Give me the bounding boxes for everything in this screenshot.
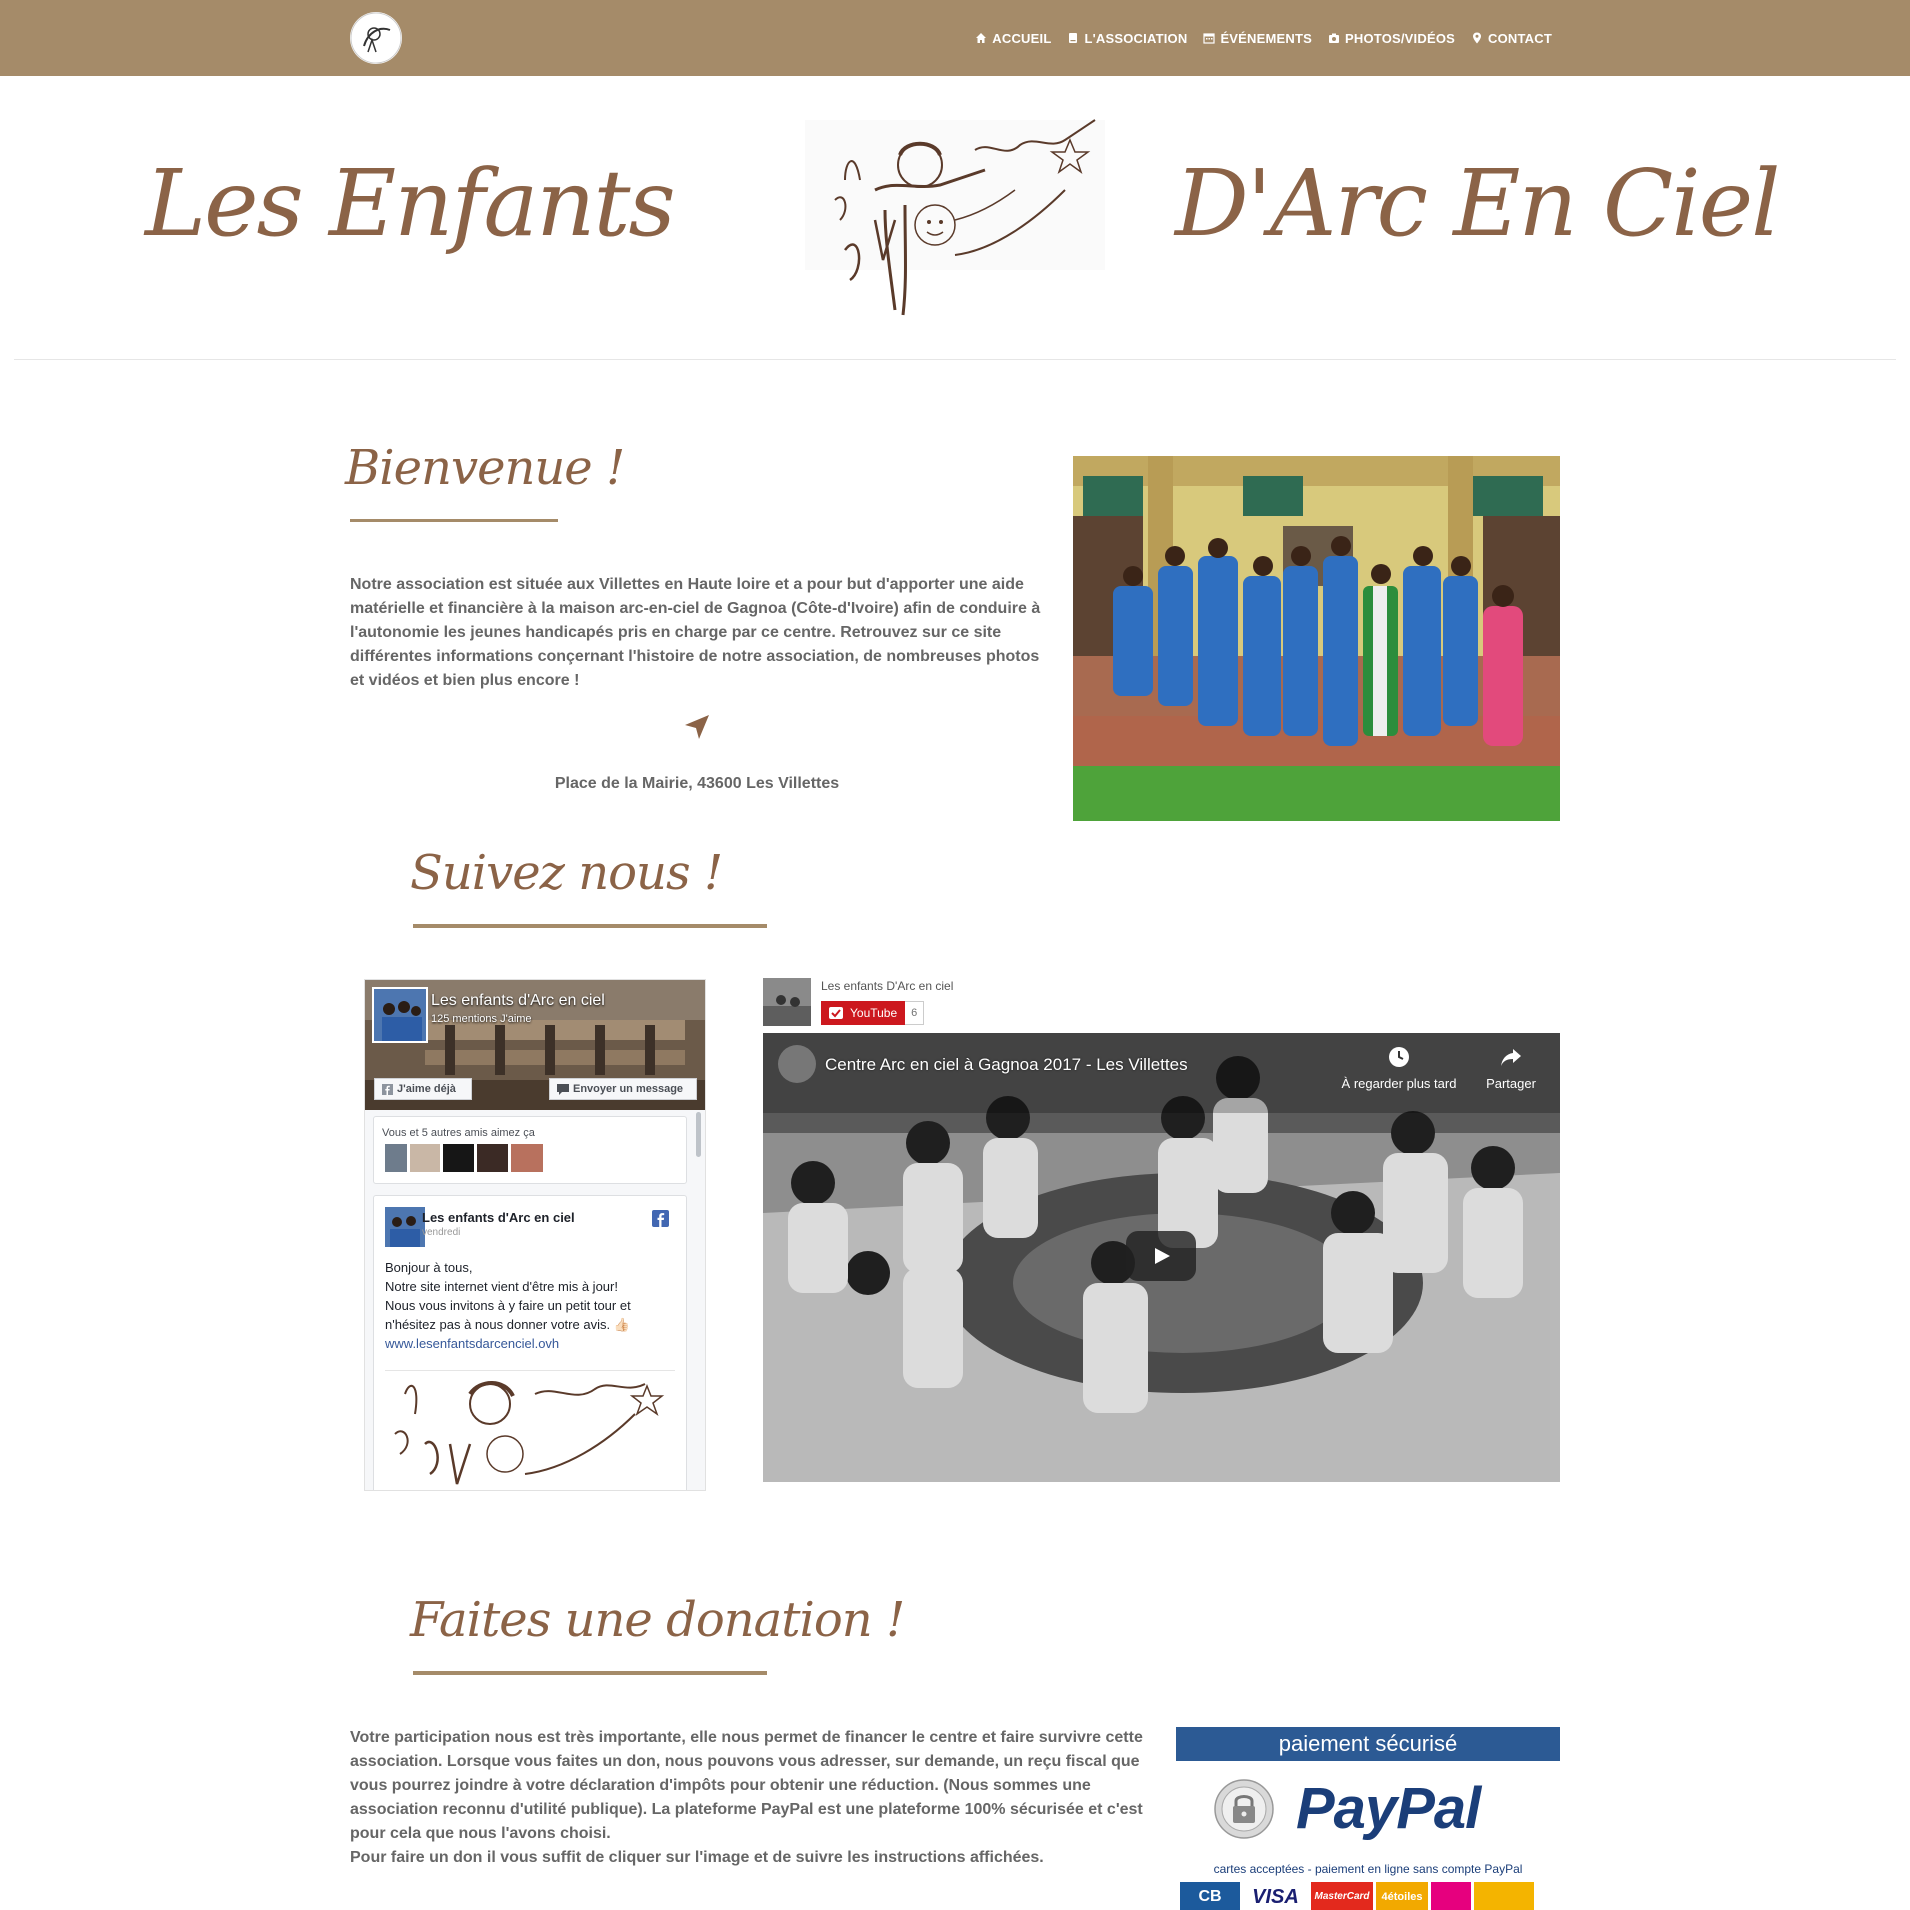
friend-avatar[interactable] [443,1144,474,1172]
card-visa: VISA [1243,1882,1308,1910]
youtube-subscribe-button[interactable]: YouTube [821,1001,906,1025]
youtube-subscriber-count: 6 [905,1001,925,1025]
banner-title-left: Les Enfants [145,150,676,257]
follow-title: Suivez nous ! [410,845,723,901]
video-channel-avatar[interactable] [778,1045,816,1083]
post-line: Notre site internet vient d'être mis à j… [385,1279,618,1294]
paypal-caption: cartes acceptées - paiement en ligne san… [1213,1862,1523,1876]
play-icon [1155,1248,1170,1264]
banner-logo [805,110,1105,325]
facebook-post-link[interactable]: www.lesenfantsdarcenciel.ovh [385,1334,670,1353]
top-navbar: ACCUEIL L'ASSOCIATION ÉVÉNEMENTS PHOTOS/… [0,0,1910,76]
facebook-scrollbar[interactable] [696,1112,701,1157]
play-button[interactable] [1126,1231,1196,1281]
address-text: Place de la Mairie, 43600 Les Villettes [554,775,840,792]
clock-icon [1389,1047,1409,1067]
facebook-friends-avatars [385,1144,543,1172]
messenger-icon [557,1083,569,1095]
card-4etoiles: 4étoiles [1376,1882,1428,1910]
home-icon [976,33,987,43]
welcome-text: Notre association est située aux Villett… [350,576,1041,689]
main-menu: ACCUEIL L'ASSOCIATION ÉVÉNEMENTS PHOTOS/… [975,0,1552,76]
friend-avatar[interactable] [477,1144,508,1172]
youtube-subscribe-label: YouTube [850,1006,898,1020]
facebook-likes-count: 125 mentions J'aime [431,1013,532,1025]
accepted-cards: CB VISA MasterCard 4étoiles [1180,1882,1534,1910]
location-arrow-icon [683,713,711,741]
facebook-message-button[interactable]: Envoyer un message [549,1078,697,1100]
friend-avatar[interactable] [385,1144,407,1172]
calendar-icon [1203,33,1216,44]
facebook-logo-icon[interactable] [652,1210,669,1227]
watch-later-label: À regarder plus tard [1341,1076,1457,1091]
facebook-page-widget: Les enfants d'Arc en ciel 125 mentions J… [364,979,706,1491]
facebook-post-card: Les enfants d'Arc en ciel vendredi Bonjo… [373,1195,687,1490]
post-line: Nous vous invitons à y faire un petit to… [385,1298,631,1313]
friend-avatar[interactable] [511,1144,543,1172]
paypal-secure-header: paiement sécurisé [1176,1727,1560,1761]
facebook-friends-text: Vous et 5 autres amis aimez ça [382,1127,535,1139]
facebook-post-author[interactable]: Les enfants d'Arc en ciel [422,1210,575,1225]
facebook-post-avatar[interactable] [385,1207,425,1247]
map-marker-icon [1473,32,1482,44]
paypal-donate-image[interactable]: paiement sécurisé PayPal cartes acceptée… [1176,1727,1560,1910]
donation-title: Faites une donation ! [410,1592,905,1648]
facebook-like-button[interactable]: J'aime déjà [374,1078,472,1100]
banner-title-right: D'Arc En Ciel [1175,150,1781,257]
camera-icon [1329,33,1340,43]
welcome-title-underline [350,519,558,522]
nav-accueil-label: ACCUEIL [992,30,1052,46]
nav-association-label: L'ASSOCIATION [1084,30,1188,46]
nav-evenements[interactable]: ÉVÉNEMENTS [1203,31,1312,46]
youtube-channel-header: Les enfants D'Arc en ciel YouTube 6 [763,978,1561,1028]
facebook-page-name[interactable]: Les enfants d'Arc en ciel [431,992,605,1010]
welcome-title: Bienvenue ! [345,440,625,496]
facebook-page-avatar[interactable] [372,987,428,1043]
facebook-post-date[interactable]: vendredi [422,1227,460,1238]
card-cb: CB [1180,1882,1240,1910]
share-button[interactable]: Partager [1475,1045,1547,1091]
padlock-icon [1214,1779,1274,1839]
card-yellow-logo [1474,1882,1534,1910]
nav-photos-videos[interactable]: PHOTOS/VIDÉOS [1328,31,1455,46]
youtube-channel-avatar[interactable] [763,978,811,1026]
nav-accueil[interactable]: ACCUEIL [975,31,1051,46]
video-title[interactable]: Centre Arc en ciel à Gagnoa 2017 - Les V… [825,1055,1188,1075]
post-line: Bonjour à tous, [385,1260,473,1275]
share-label: Partager [1486,1076,1536,1091]
watch-later-button[interactable]: À regarder plus tard [1335,1045,1463,1091]
post-divider [385,1370,675,1371]
facebook-friends-card: Vous et 5 autres amis aimez ça [373,1116,687,1184]
card-pink-logo [1431,1882,1471,1910]
nav-photos-videos-label: PHOTOS/VIDÉOS [1345,30,1456,46]
donation-paragraph: Votre participation nous est très import… [350,1729,1143,1842]
card-mastercard: MasterCard [1311,1882,1373,1910]
donation-title-underline [413,1671,767,1675]
donation-instruction: Pour faire un don il vous suffit de cliq… [350,1849,1044,1866]
youtube-video-player[interactable]: Centre Arc en ciel à Gagnoa 2017 - Les V… [763,1033,1560,1482]
youtube-logo-icon [829,1007,843,1019]
share-arrow-icon [1501,1049,1521,1066]
nav-contact[interactable]: CONTACT [1471,31,1552,46]
friend-avatar[interactable] [410,1144,440,1172]
nav-association[interactable]: L'ASSOCIATION [1067,31,1187,46]
site-logo[interactable] [350,12,402,64]
follow-title-underline [413,924,767,928]
facebook-post-text: Bonjour à tous, Notre site internet vien… [385,1258,670,1353]
nav-evenements-label: ÉVÉNEMENTS [1220,30,1313,46]
paypal-logo: PayPal [1296,1776,1481,1841]
youtube-channel-name[interactable]: Les enfants D'Arc en ciel [821,979,953,993]
facebook-message-label: Envoyer un message [573,1083,684,1095]
book-icon [1069,33,1078,43]
facebook-post-image[interactable] [385,1374,675,1490]
facebook-cover: Les enfants d'Arc en ciel 125 mentions J… [365,980,705,1110]
nav-contact-label: CONTACT [1488,30,1552,46]
header-divider [14,359,1896,360]
donation-text: Votre participation nous est très import… [350,1726,1145,1870]
youtube-subscribe[interactable]: YouTube 6 [821,1001,925,1025]
post-line: n'hésitez pas à nous donner votre avis. … [385,1317,630,1332]
facebook-like-label: J'aime déjà [397,1083,456,1095]
group-photo [1073,456,1560,821]
facebook-f-icon [382,1083,393,1095]
